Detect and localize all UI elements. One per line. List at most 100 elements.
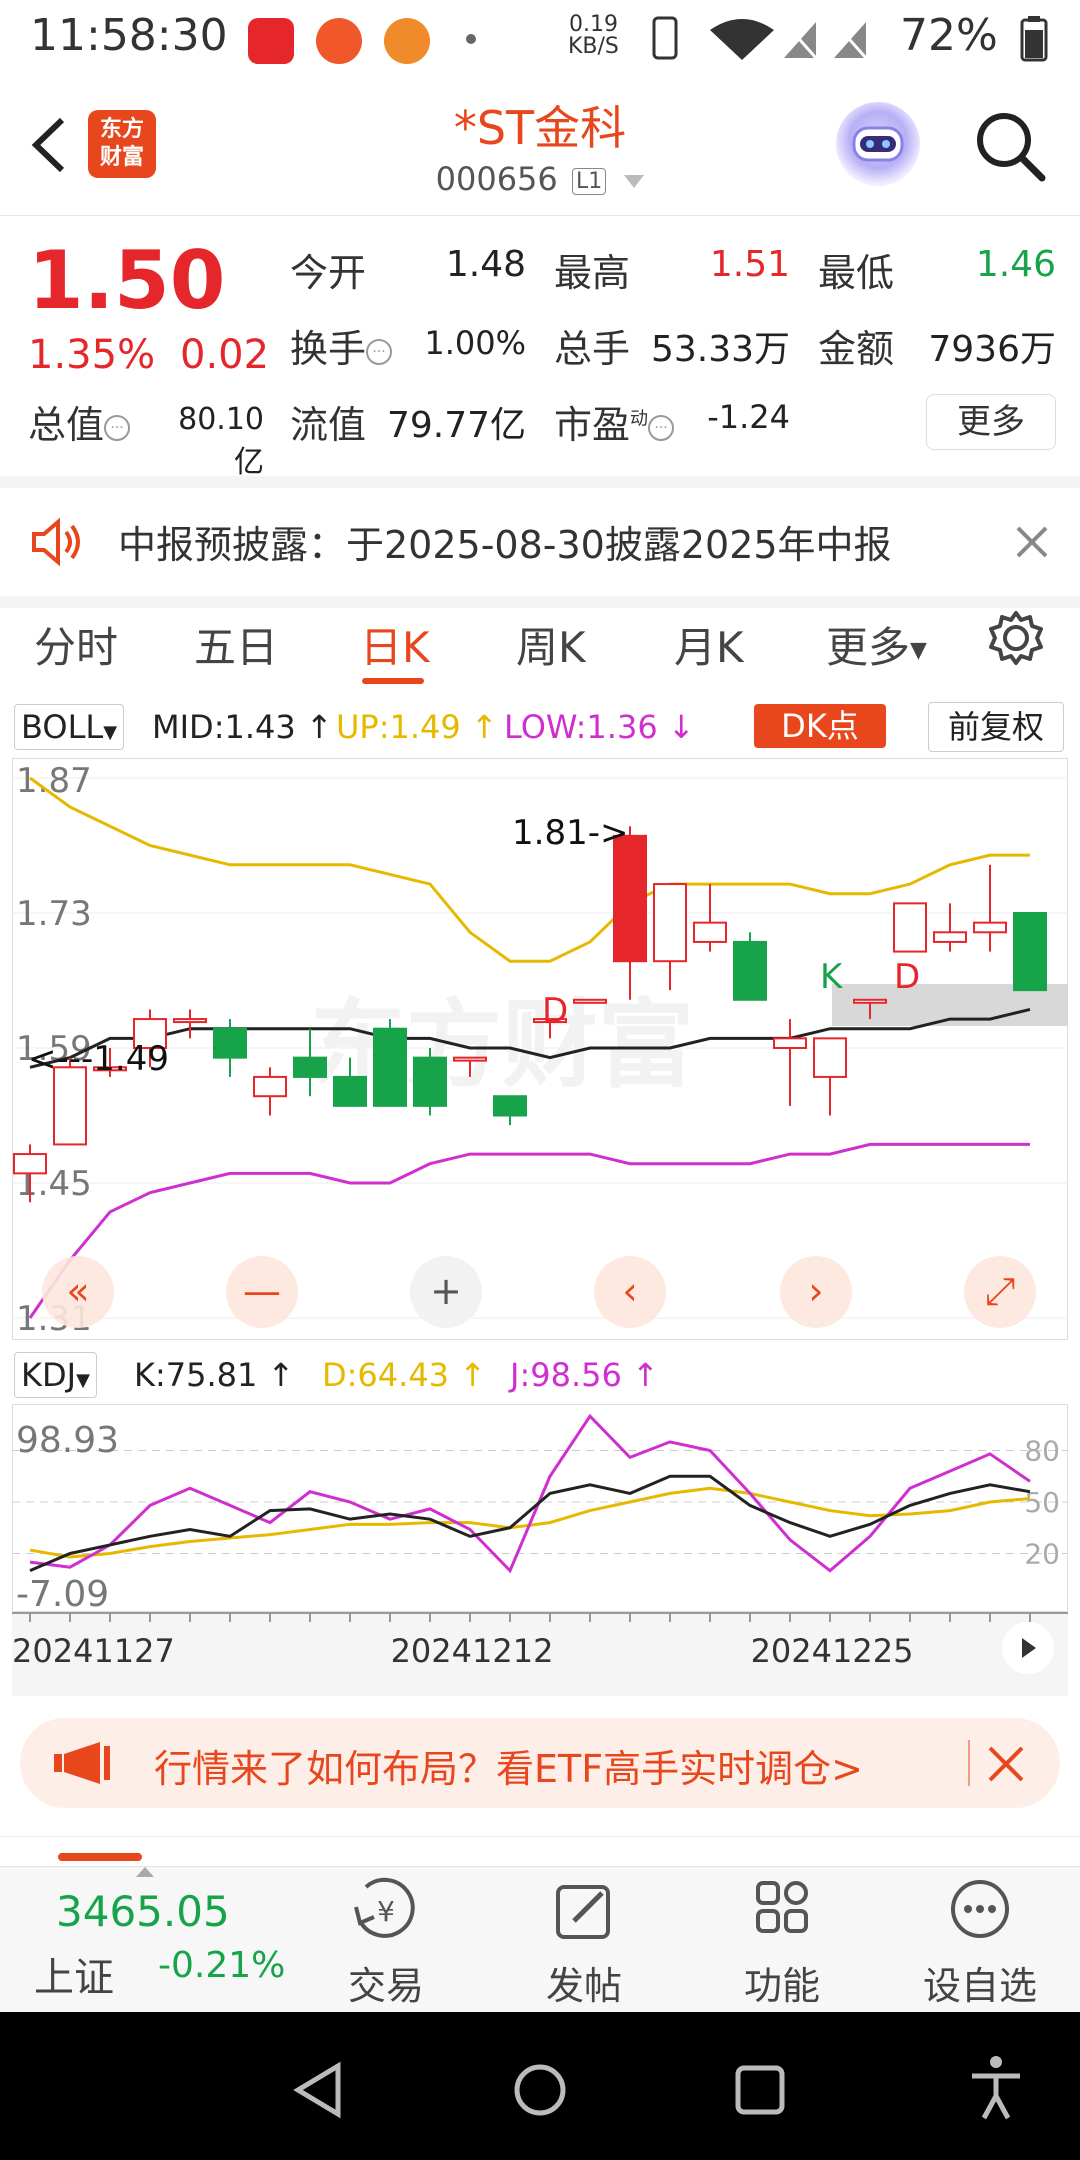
accessibility-icon[interactable]: [966, 2052, 1026, 2124]
tab-five-day[interactable]: 五日: [194, 614, 278, 675]
app-orange-icon: [384, 18, 430, 64]
boll-up-text: UP:1.49: [336, 708, 461, 746]
tab-weekly-k[interactable]: 周K: [516, 614, 586, 675]
rewind-button[interactable]: «: [42, 1256, 114, 1328]
low-value: 1.46: [975, 244, 1056, 285]
index-value[interactable]: 3465.05: [56, 1887, 230, 1936]
candle-body: [893, 902, 927, 953]
index-change[interactable]: -0.21%: [158, 1945, 285, 1986]
last-price: 1.50: [28, 234, 226, 327]
indicator-select[interactable]: BOLL▼: [14, 704, 125, 750]
etf-ad-banner[interactable]: 行情来了如何布局？看ETF高手实时调仓>: [20, 1718, 1060, 1808]
kdj-level-label: 20: [1024, 1537, 1060, 1570]
indicator-name: BOLL: [21, 708, 104, 746]
boll-mid: MID:1.43 ↑: [152, 708, 333, 746]
caret-down-icon: ▼: [103, 722, 118, 743]
megaphone-icon: [54, 1742, 110, 1784]
tab-intraday[interactable]: 分时: [34, 614, 118, 675]
next-button[interactable]: ›: [780, 1256, 852, 1328]
market-cap-label[interactable]: 总值 ···: [28, 394, 131, 449]
functions-button[interactable]: 功能: [702, 1877, 862, 2010]
amount-label: 金额: [818, 327, 895, 371]
system-nav-bar: [0, 2012, 1080, 2160]
date-axis: 20241127 20241212 20241225: [12, 1612, 1068, 1696]
boll-low-text: LOW:1.36: [504, 708, 658, 746]
caret-down-icon: ▼: [910, 638, 927, 663]
close-icon[interactable]: [986, 1744, 1026, 1784]
signal-marker: K: [820, 957, 844, 997]
candle-body: [333, 1075, 367, 1107]
low-annotation: <---1.49: [28, 1039, 169, 1079]
adjust-forward-button[interactable]: 前复权: [928, 702, 1064, 752]
kdj-d-text: D:64.43: [322, 1356, 450, 1394]
grid-icon: [756, 1881, 808, 1933]
trade-button[interactable]: ¥ 交易: [306, 1877, 466, 2010]
candle-body: [373, 1027, 407, 1107]
phone-icon: [652, 16, 678, 60]
kdj-frame: [12, 1404, 1068, 1612]
index-name[interactable]: 上证: [34, 1945, 114, 2003]
tab-daily-k[interactable]: 日K: [360, 614, 430, 675]
pe-label[interactable]: 市盈动 ···: [554, 394, 675, 449]
watermark-text: 东方财富: [310, 989, 694, 1101]
settings-gear-icon[interactable]: [988, 610, 1044, 666]
fullscreen-button[interactable]: ⤢: [964, 1256, 1036, 1328]
volume-value: 53.33万: [650, 329, 790, 370]
volume-label: 总手: [554, 327, 631, 371]
caret-up-icon: [136, 1867, 154, 1877]
prev-button-icon: ‹: [622, 1269, 637, 1313]
candle-body: [453, 1056, 487, 1062]
tab-monthly-k[interactable]: 月K: [674, 614, 744, 675]
post-label: 发帖: [545, 1964, 622, 2008]
battery-icon: [1020, 16, 1048, 62]
rewind-button-icon: «: [66, 1269, 89, 1313]
open-label: 今开: [290, 251, 367, 295]
kdj-y-top: 98.93: [16, 1420, 119, 1461]
stock-code: 000656: [435, 160, 558, 198]
scroll-right-button[interactable]: [1002, 1622, 1054, 1674]
pe-label-text: 市盈: [554, 403, 631, 447]
status-time: 11:58:30: [30, 10, 228, 61]
kdj-j-text: J:98.56: [510, 1356, 622, 1394]
dot-icon: [466, 34, 476, 44]
ad-text: 行情来了如何布局？看ETF高手实时调仓>: [154, 1747, 863, 1791]
add-watchlist-button[interactable]: 设自选: [900, 1877, 1060, 2010]
assistant-robot-icon[interactable]: [836, 102, 920, 186]
turnover-label[interactable]: 换手 ···: [290, 318, 393, 373]
notice-bar[interactable]: 中报预披露：于2025-08-30披露2025年中报: [0, 476, 1080, 608]
status-icons: [652, 16, 868, 60]
more-quote-button[interactable]: 更多: [926, 394, 1056, 450]
date-label: 20241225: [751, 1632, 914, 1670]
candle-body: [853, 998, 887, 1004]
nav-recents-icon[interactable]: [730, 2060, 790, 2120]
chevron-down-icon: [624, 174, 645, 188]
open-value: 1.48: [445, 244, 526, 285]
candle-body: [493, 1095, 527, 1117]
kline-chart[interactable]: 1.871.731.591.451.31东方财富1.81-><---1.49DK…: [12, 758, 1068, 1340]
signal-marker: D: [542, 991, 568, 1031]
nav-home-icon[interactable]: [510, 2060, 570, 2120]
zoom-out-button[interactable]: —: [226, 1256, 298, 1328]
candle-body: [293, 1056, 327, 1078]
post-button[interactable]: 发帖: [504, 1877, 664, 2010]
toutiao-icon: [248, 18, 294, 64]
nav-back-icon[interactable]: [290, 2060, 350, 2120]
boll-up: UP:1.49 ↑: [336, 708, 498, 746]
wifi-icon: [710, 19, 774, 60]
notice-text: 中报预披露：于2025-08-30披露2025年中报: [118, 523, 892, 567]
stock-header: 东方 财富 *ST金科 000656 L1: [0, 80, 1080, 216]
prev-button[interactable]: ‹: [594, 1256, 666, 1328]
kdj-k-text: K:75.81: [134, 1356, 258, 1394]
fullscreen-button-icon: ⤢: [985, 1269, 1015, 1313]
kdj-name: KDJ: [21, 1356, 77, 1394]
date-label: 20241127: [12, 1632, 175, 1670]
tab-more[interactable]: 更多▼: [826, 614, 927, 675]
dk-point-button[interactable]: DK点: [754, 704, 886, 748]
search-icon[interactable]: [970, 106, 1050, 186]
kdj-select[interactable]: KDJ▼: [14, 1352, 97, 1398]
close-icon[interactable]: [1014, 524, 1050, 560]
candle-body: [173, 1018, 207, 1024]
trade-yen-icon: ¥: [354, 1877, 415, 1938]
kdj-chart[interactable]: 80502098.93-7.09: [12, 1404, 1068, 1612]
zoom-in-button[interactable]: +: [410, 1256, 482, 1328]
